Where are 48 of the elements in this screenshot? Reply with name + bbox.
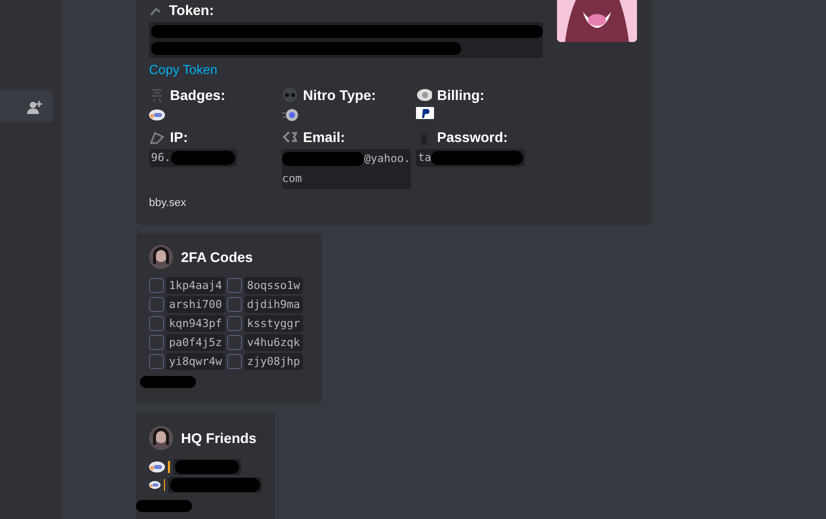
backup-code: zjy08jhp — [244, 353, 303, 370]
field-label: Token: — [169, 2, 214, 18]
add-person-icon — [26, 98, 43, 114]
backup-code: 8oqsso1w — [244, 277, 303, 294]
divider-bar — [168, 461, 170, 473]
avatar-icon — [149, 426, 173, 450]
checkbox[interactable] — [149, 297, 164, 312]
footer-text: bby.sex — [149, 197, 188, 209]
backup-code: djdih9ma — [244, 296, 303, 313]
field-label: IP: — [170, 129, 188, 145]
heart-icon — [282, 129, 298, 145]
field-value: @yahoo.com — [282, 149, 411, 189]
field-label: Password: — [437, 129, 508, 145]
checkbox[interactable] — [226, 316, 242, 331]
nitro-icon — [282, 107, 298, 123]
sidebar-item[interactable] — [0, 90, 53, 122]
avatar-icon — [149, 245, 173, 269]
badge-icon — [149, 460, 165, 474]
field-value: ta — [416, 149, 526, 167]
backup-code: yi8qwr4w — [166, 353, 225, 370]
backup-code: arshi700 — [166, 296, 225, 313]
badge-icon — [149, 478, 161, 492]
field-label: Badges: — [170, 87, 226, 103]
checkbox[interactable] — [149, 354, 164, 369]
checkbox[interactable] — [149, 278, 164, 293]
checkbox[interactable] — [226, 278, 242, 293]
checkbox[interactable] — [226, 335, 242, 350]
divider-bar — [164, 479, 165, 491]
checkbox[interactable] — [226, 297, 242, 312]
card-title: 2FA Codes — [181, 249, 253, 265]
copy-token-link[interactable]: Copy Token — [149, 62, 218, 77]
backup-code: v4hu6zqk — [244, 334, 303, 351]
backup-code: kqn943pf — [166, 315, 225, 332]
field-label: Nitro Type: — [303, 87, 376, 103]
paypal-icon — [416, 107, 434, 119]
checkbox[interactable] — [226, 354, 242, 369]
field-label: Billing: — [437, 87, 484, 103]
field-label: Email: — [303, 129, 346, 145]
field-value: 96. — [149, 149, 237, 167]
backup-code: ksstyggr — [244, 315, 303, 332]
symbol-icon — [149, 87, 165, 103]
backup-code: pa0f4j5z — [166, 334, 225, 351]
checkbox[interactable] — [149, 335, 164, 350]
backup-code: 1kp4aaj4 — [166, 277, 225, 294]
checkbox[interactable] — [149, 316, 164, 331]
card-title: HQ Friends — [181, 430, 256, 446]
badge-icon — [149, 107, 165, 123]
mask-icon — [282, 87, 298, 103]
